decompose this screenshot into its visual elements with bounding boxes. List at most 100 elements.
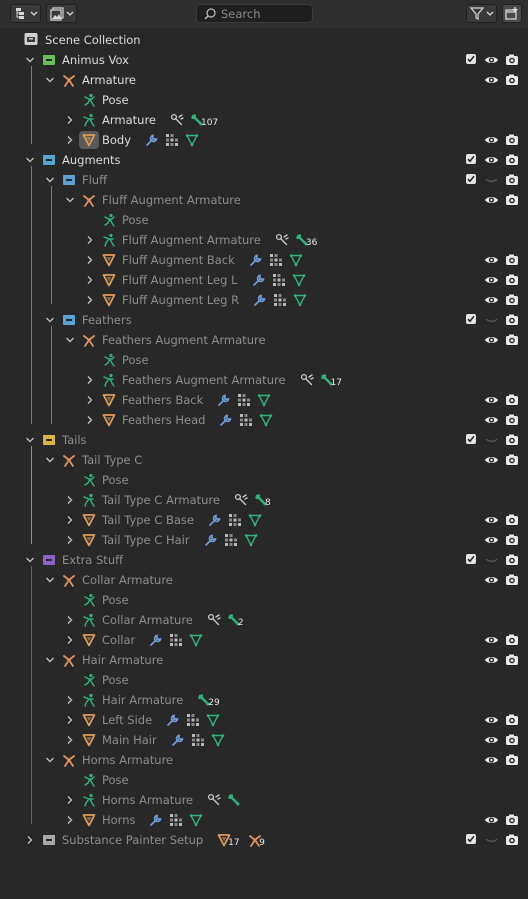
chevron-down-icon[interactable] (44, 654, 56, 666)
chevron-right-icon[interactable] (64, 694, 76, 706)
eye-icon[interactable] (484, 253, 499, 267)
vertex-groups-icon[interactable] (169, 633, 183, 647)
outliner-row[interactable]: Feathers Augment Armature (0, 330, 528, 350)
vertex-groups-icon[interactable] (191, 733, 205, 747)
outliner-row[interactable]: Pose (0, 210, 528, 230)
bone-constraint-icon[interactable] (300, 373, 314, 387)
modifier-wrench-icon[interactable] (217, 393, 231, 407)
eye-icon[interactable] (484, 293, 499, 307)
chevron-right-icon[interactable] (64, 714, 76, 726)
mesh-data-icon[interactable] (257, 393, 271, 407)
camera-render-icon[interactable] (505, 153, 519, 167)
chevron-right-icon[interactable] (24, 834, 36, 846)
vertex-groups-icon[interactable] (237, 393, 251, 407)
chevron-down-icon[interactable] (24, 54, 36, 66)
chevron-down-icon[interactable] (44, 74, 56, 86)
vertex-groups-icon[interactable] (272, 273, 286, 287)
mesh-data-icon[interactable] (211, 733, 225, 747)
eye-icon[interactable] (484, 273, 499, 287)
bone-constraint-icon[interactable] (170, 113, 184, 127)
camera-render-icon[interactable] (505, 753, 519, 767)
chevron-right-icon[interactable] (64, 134, 76, 146)
chevron-right-icon[interactable] (84, 254, 96, 266)
modifier-wrench-icon[interactable] (171, 733, 185, 747)
outliner-row[interactable]: Fluff (0, 170, 528, 190)
chevron-right-icon[interactable] (64, 494, 76, 506)
outliner-row[interactable]: Collar Armature 2 (0, 610, 528, 630)
camera-render-icon[interactable] (505, 413, 519, 427)
chevron-right-icon[interactable] (64, 614, 76, 626)
bone-constraint-icon[interactable] (275, 233, 289, 247)
modifier-wrench-icon[interactable] (145, 133, 159, 147)
chevron-down-icon[interactable] (24, 154, 36, 166)
eye-icon[interactable] (484, 53, 499, 67)
chevron-right-icon[interactable] (64, 814, 76, 826)
eye-icon[interactable] (484, 513, 499, 527)
outliner-row[interactable]: Animus Vox (0, 50, 528, 70)
outliner-row[interactable]: Tail Type C Armature 8 (0, 490, 528, 510)
outliner-row[interactable]: Left Side (0, 710, 528, 730)
exclude-checkbox[interactable] (466, 54, 476, 64)
chevron-down-icon[interactable] (24, 434, 36, 446)
filter-dropdown[interactable] (466, 4, 497, 23)
outliner-row[interactable]: Tail Type C Hair (0, 530, 528, 550)
chevron-right-icon[interactable] (84, 374, 96, 386)
chevron-right-icon[interactable] (84, 394, 96, 406)
chevron-right-icon[interactable] (64, 514, 76, 526)
exclude-checkbox[interactable] (466, 314, 476, 324)
outliner-row[interactable]: Substance Painter Setup 17 9 (0, 830, 528, 850)
camera-render-icon[interactable] (505, 513, 519, 527)
view-layer-dropdown[interactable] (46, 4, 77, 23)
eye-icon[interactable] (484, 133, 499, 147)
chevron-right-icon[interactable] (84, 414, 96, 426)
outliner-row[interactable]: Armature (0, 70, 528, 90)
camera-render-icon[interactable] (505, 453, 519, 467)
chevron-down-icon[interactable] (44, 314, 56, 326)
eye-closed-icon[interactable] (484, 433, 499, 447)
outliner-row[interactable]: Pose (0, 350, 528, 370)
mesh-data-icon[interactable] (244, 533, 258, 547)
outliner-row[interactable]: Hair Armature (0, 650, 528, 670)
bone-icon[interactable] (227, 793, 241, 807)
modifier-wrench-icon[interactable] (253, 293, 267, 307)
eye-icon[interactable] (484, 413, 499, 427)
chevron-down-icon[interactable] (44, 754, 56, 766)
eye-icon[interactable] (484, 193, 499, 207)
outliner-row[interactable]: Pose (0, 590, 528, 610)
modifier-wrench-icon[interactable] (149, 633, 163, 647)
outliner-row[interactable]: Pose (0, 770, 528, 790)
outliner-row[interactable]: Fluff Augment Armature 36 (0, 230, 528, 250)
outliner-row[interactable]: Pose (0, 470, 528, 490)
chevron-down-icon[interactable] (64, 334, 76, 346)
chevron-right-icon[interactable] (64, 734, 76, 746)
vertex-groups-icon[interactable] (186, 713, 200, 727)
eye-icon[interactable] (484, 453, 499, 467)
eye-closed-icon[interactable] (484, 553, 499, 567)
outliner-row[interactable]: Hair Armature 29 (0, 690, 528, 710)
eye-icon[interactable] (484, 73, 499, 87)
outliner-row[interactable]: Tail Type C (0, 450, 528, 470)
chevron-down-icon[interactable] (44, 454, 56, 466)
mesh-data-icon[interactable] (248, 513, 262, 527)
camera-render-icon[interactable] (505, 173, 519, 187)
chevron-down-icon[interactable] (64, 194, 76, 206)
eye-closed-icon[interactable] (484, 833, 499, 847)
camera-render-icon[interactable] (505, 333, 519, 347)
camera-render-icon[interactable] (505, 653, 519, 667)
camera-render-icon[interactable] (505, 713, 519, 727)
camera-render-icon[interactable] (505, 833, 519, 847)
chevron-right-icon[interactable] (64, 634, 76, 646)
vertex-groups-icon[interactable] (224, 533, 238, 547)
outliner-row[interactable]: Collar (0, 630, 528, 650)
display-mode-dropdown[interactable] (10, 4, 41, 23)
camera-render-icon[interactable] (505, 553, 519, 567)
eye-icon[interactable] (484, 393, 499, 407)
chevron-down-icon[interactable] (44, 174, 56, 186)
mesh-data-icon[interactable] (189, 633, 203, 647)
modifier-wrench-icon[interactable] (149, 813, 163, 827)
outliner-row[interactable]: Fluff Augment Leg L (0, 270, 528, 290)
mesh-data-icon[interactable] (293, 293, 307, 307)
modifier-wrench-icon[interactable] (252, 273, 266, 287)
outliner-row[interactable]: Horns Armature (0, 750, 528, 770)
new-collection-button[interactable] (502, 4, 522, 23)
